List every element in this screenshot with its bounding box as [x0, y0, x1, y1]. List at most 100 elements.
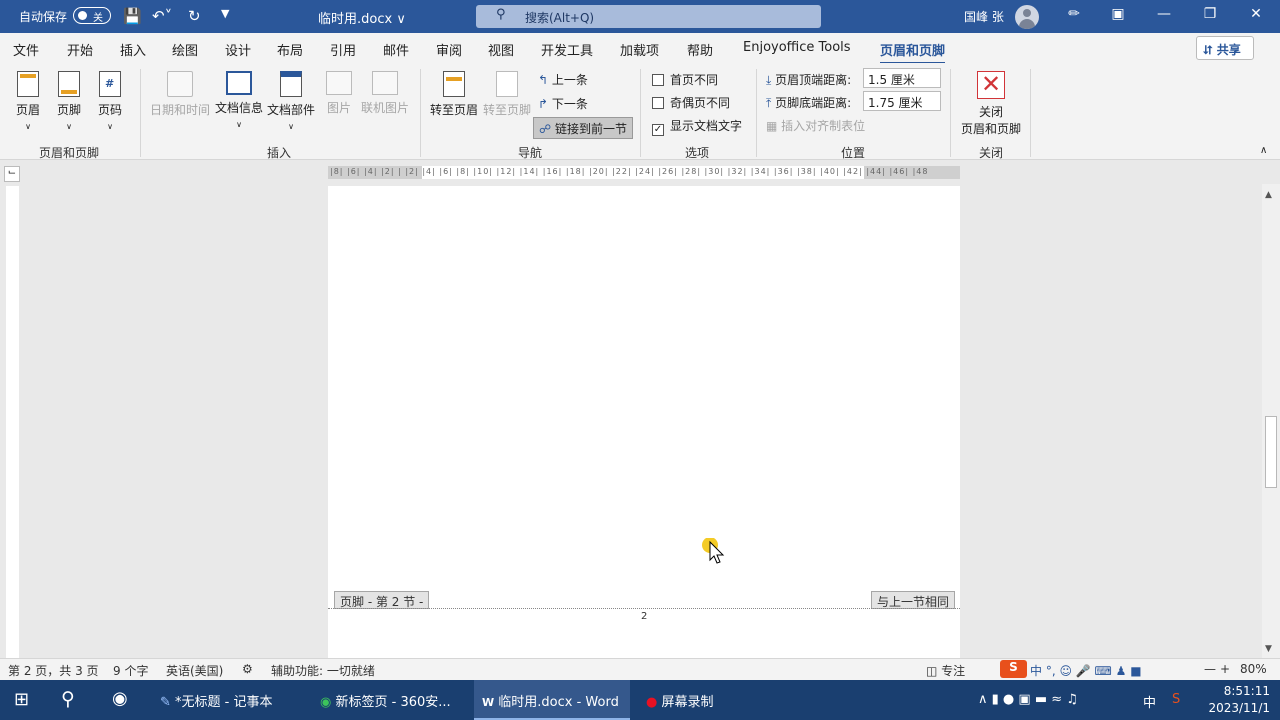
calendar-icon [167, 71, 193, 97]
taskbar-browser[interactable]: ◉ 新标签页 - 360安... [320, 680, 470, 720]
close-icon[interactable]: ✕ [1246, 6, 1266, 22]
language-indicator[interactable]: 英语(美国) [166, 662, 223, 679]
ime-toolbar[interactable]: 中 °, ☺ 🎤 ⌨ ♟ ■ [1030, 662, 1142, 679]
tab-file[interactable]: 文件 [13, 40, 39, 59]
autosave-label: 自动保存 [19, 10, 68, 24]
taskbar-recorder[interactable]: ● 屏幕录制 [646, 680, 736, 720]
page-number-icon: # [99, 71, 121, 97]
tab-draw[interactable]: 绘图 [172, 40, 198, 59]
page-number-button[interactable]: # 页码 ∨ [96, 71, 124, 132]
minimize-icon[interactable]: — [1154, 6, 1174, 22]
date-time-button[interactable]: 日期和时间 [150, 71, 210, 118]
close-header-footer-button[interactable]: ✕ 关闭 页眉和页脚 [960, 71, 1022, 137]
tab-layout[interactable]: 布局 [277, 40, 303, 59]
tray-icons[interactable]: ∧ ▮ ● ▣ ▬ ≈ ♫ [978, 692, 1078, 707]
insert-alignment-tab-button[interactable]: ▦ 插入对齐制表位 [766, 117, 865, 134]
header-button[interactable]: 页眉 ∨ [14, 71, 42, 132]
tab-mailings[interactable]: 邮件 [383, 40, 409, 59]
redo-icon[interactable]: ↻ [188, 7, 201, 25]
record-icon: ● [646, 695, 658, 710]
page-count[interactable]: 第 2 页，共 3 页 [8, 662, 99, 679]
vertical-ruler[interactable] [6, 186, 19, 658]
customize-qat-icon[interactable]: ▼ [221, 7, 229, 20]
footer-page-number[interactable]: 2 [641, 611, 647, 622]
group-label-close: 关闭 [979, 146, 1004, 160]
tab-insert[interactable]: 插入 [120, 40, 146, 59]
tab-review[interactable]: 审阅 [436, 40, 462, 59]
share-button[interactable]: ⮃ 共享 [1196, 36, 1254, 60]
zoom-in-button[interactable]: + [1220, 662, 1230, 676]
user-name[interactable]: 国峰 张 [964, 8, 1004, 25]
sogou-tray-icon[interactable]: S [1172, 692, 1180, 707]
vertical-scrollbar[interactable]: ▲ ▼ [1262, 184, 1280, 658]
search-taskbar-icon[interactable]: ⚲ [61, 688, 75, 710]
windows-start-icon[interactable]: ⊞ [14, 689, 29, 710]
tab-developer[interactable]: 开发工具 [541, 40, 593, 59]
taskbar: ⊞ ⚲ ◉ ✎ *无标题 - 记事本 ◉ 新标签页 - 360安... W 临时… [0, 680, 1280, 720]
online-picture-button[interactable]: 联机图片 [361, 71, 409, 116]
document-title[interactable]: 临时用.docx ∨ [318, 8, 406, 27]
goto-header-button[interactable]: 转至页眉 [429, 71, 479, 118]
different-odd-even-checkbox[interactable]: 奇偶页不同 [652, 94, 730, 111]
search-box[interactable]: ⚲ 搜索(Alt+Q) [476, 5, 821, 28]
undo-icon[interactable]: ↶˅ [152, 7, 172, 25]
footer-section-label: 页脚 - 第 2 节 - [334, 591, 430, 609]
taskbar-word[interactable]: W 临时用.docx - Word [474, 680, 630, 720]
clock[interactable]: 8:51:11 2023/11/1 [1200, 683, 1270, 717]
tab-header-footer[interactable]: 页眉和页脚 [880, 40, 946, 65]
same-as-previous-label: 与上一节相同 [871, 591, 956, 609]
doc-parts-button[interactable]: 文档部件 ∨ [266, 71, 316, 132]
next-button[interactable]: ↱ 下一条 [538, 95, 588, 112]
different-first-page-checkbox[interactable]: 首页不同 [652, 71, 718, 88]
ribbon-display-icon[interactable]: ▣ [1108, 6, 1128, 22]
goto-footer-button[interactable]: 转至页脚 [482, 71, 532, 118]
app-icon[interactable]: ◉ [112, 688, 128, 709]
ime-indicator[interactable]: 中 [1143, 692, 1156, 711]
focus-button[interactable]: ◫ 专注 [926, 662, 965, 679]
header-from-top-row: ⤓ 页眉顶端距离: 1.5 厘米 [766, 68, 941, 88]
tab-home[interactable]: 开始 [67, 40, 93, 59]
goto-header-icon [443, 71, 465, 97]
footer-button[interactable]: 页脚 ∨ [55, 71, 83, 132]
word-icon: W [482, 696, 495, 709]
tab-design[interactable]: 设计 [225, 40, 251, 59]
collapse-ribbon-icon[interactable]: ∧ [1260, 145, 1267, 156]
tab-references[interactable]: 引用 [330, 40, 356, 59]
previous-button[interactable]: ↰ 上一条 [538, 71, 588, 88]
link-to-previous-button[interactable]: ☍ 链接到前一节 [533, 117, 633, 139]
doc-parts-icon [280, 71, 302, 97]
picture-button[interactable]: 图片 [326, 71, 352, 116]
restore-icon[interactable]: ❐ [1200, 6, 1220, 22]
save-icon[interactable]: 💾 [123, 7, 142, 25]
autosave-toggle[interactable]: 关 [73, 7, 111, 24]
word-count[interactable]: 9 个字 [113, 662, 148, 679]
horizontal-ruler[interactable]: |8| |6| |4| |2| | |2| |4| |6| |8| |10| |… [328, 166, 960, 179]
tab-enjoyoffice[interactable]: Enjoyoffice Tools [743, 40, 851, 55]
header-position-icon: ⤓ [766, 73, 772, 87]
footer-from-bottom-input[interactable]: 1.75 厘米 [863, 91, 941, 111]
footer-position-icon: ⤒ [766, 96, 772, 110]
ribbon-tabs: 文件 开始 插入 绘图 设计 布局 引用 邮件 审阅 视图 开发工具 加载项 帮… [0, 33, 1280, 65]
zoom-level[interactable]: 80% [1240, 662, 1267, 676]
tab-help[interactable]: 帮助 [687, 40, 713, 59]
accessibility-status[interactable]: 辅助功能: 一切就绪 [271, 662, 375, 679]
document-page[interactable] [328, 186, 960, 658]
scroll-thumb [1265, 416, 1277, 488]
goto-footer-icon [496, 71, 518, 97]
header-from-top-input[interactable]: 1.5 厘米 [863, 68, 941, 88]
taskbar-notepad[interactable]: ✎ *无标题 - 记事本 [160, 680, 306, 720]
zoom-out-button[interactable]: — [1204, 662, 1216, 676]
scroll-up-icon: ▲ [1265, 190, 1272, 200]
tab-addins[interactable]: 加载项 [620, 40, 659, 59]
checkmark-icon: ✓ [652, 124, 664, 136]
close-x-icon: ✕ [977, 71, 1005, 99]
pen-icon[interactable]: ✏ [1064, 6, 1084, 22]
avatar[interactable] [1015, 5, 1039, 29]
next-icon: ↱ [538, 97, 549, 111]
doc-info-button[interactable]: 文档信息 ∨ [214, 71, 264, 130]
show-document-text-checkbox[interactable]: ✓ 显示文档文字 [652, 117, 742, 136]
sogou-ime-icon[interactable]: S [1000, 660, 1027, 678]
tab-view[interactable]: 视图 [488, 40, 514, 59]
ribbon: 页眉 ∨ 页脚 ∨ # 页码 ∨ 页眉和页脚 日期和时间 文档信息 ∨ 文档部件 ∨ 图片… [0, 63, 1280, 160]
tab-selector[interactable]: ⌙ [4, 166, 20, 182]
